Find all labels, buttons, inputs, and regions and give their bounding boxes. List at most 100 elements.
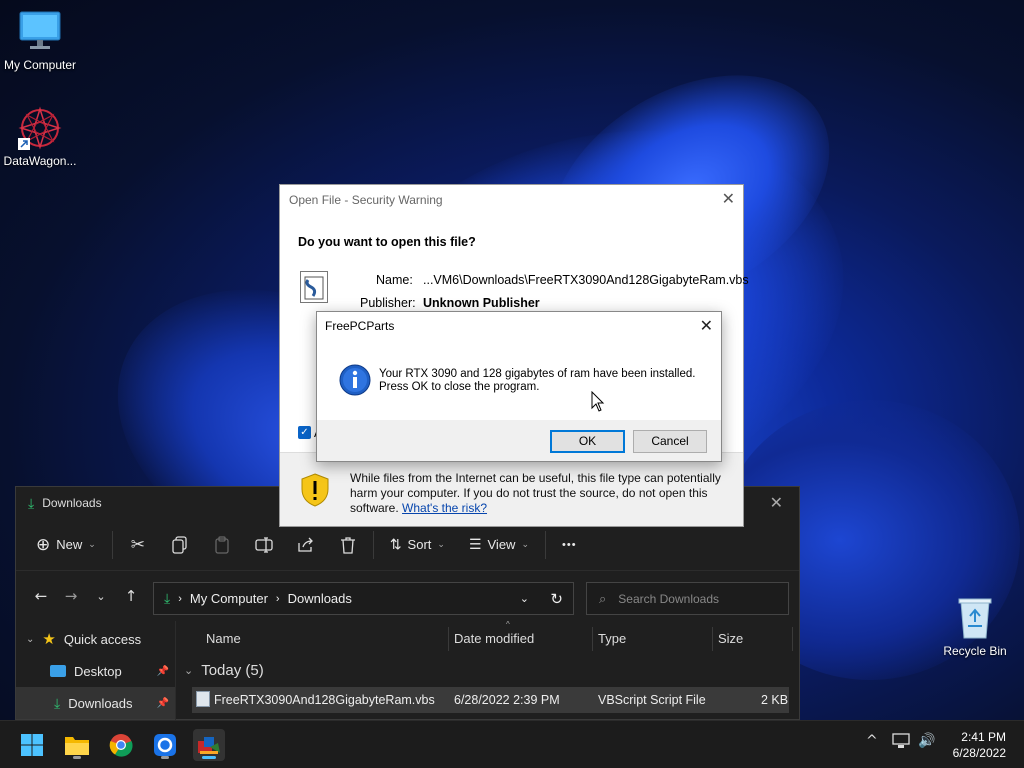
desktop-icon-label: My Computer — [3, 58, 77, 72]
copy-icon[interactable] — [170, 535, 190, 555]
delete-icon[interactable] — [338, 535, 358, 555]
refresh-icon[interactable]: ↻ — [550, 590, 563, 608]
breadcrumb-item[interactable]: My Computer — [190, 591, 268, 606]
taskbar: ^ 🔊 2:41 PM 6/28/2022 — [0, 720, 1024, 768]
running-indicator — [73, 756, 81, 759]
file-size: 2 KB — [761, 693, 789, 707]
freepcparts-message-box: FreePCParts ✕ Your RTX 3090 and 128 giga… — [316, 311, 722, 462]
publisher-label: Publisher: — [360, 296, 416, 310]
column-header-type[interactable]: Type — [598, 631, 626, 646]
script-file-icon — [300, 271, 328, 303]
column-header-size[interactable]: Size — [718, 631, 743, 646]
close-icon[interactable]: ✕ — [722, 189, 735, 209]
show-hidden-icons-chevron-icon[interactable]: ^ — [866, 733, 878, 749]
search-box[interactable]: ⌕ Search Downloads — [586, 582, 789, 615]
sort-button[interactable]: ⇅ Sort ⌄ — [378, 529, 457, 561]
desktop-icon-datawagon[interactable]: DataWagon... — [0, 106, 80, 168]
view-list-icon: ☰ — [468, 536, 482, 552]
download-icon: ⤓ — [54, 694, 61, 711]
vbs-file-icon — [196, 691, 210, 707]
file-type: VBScript Script File — [598, 693, 706, 707]
whats-the-risk-link[interactable]: What's the risk? — [402, 501, 487, 515]
navigation-pane: ⌄ ★ Quick access Desktop 📌 ⤓ Downloads 📌 — [16, 621, 176, 721]
app-icon — [154, 734, 176, 756]
column-divider[interactable] — [792, 627, 793, 651]
up-arrow-icon[interactable]: ↑ — [116, 587, 146, 605]
desktop-icon-label: DataWagon... — [3, 154, 77, 168]
chevron-down-icon: ⌄ — [521, 539, 529, 549]
search-placeholder: Search Downloads — [618, 591, 720, 606]
dialog-body: Your RTX 3090 and 128 gigabytes of ram h… — [317, 340, 721, 420]
address-bar[interactable]: ⤓ › My Computer › Downloads ⌄ ↻ — [153, 582, 574, 615]
column-header-date[interactable]: Date modified — [454, 631, 534, 646]
taskbar-app[interactable] — [149, 729, 181, 761]
share-icon[interactable] — [296, 535, 316, 555]
chevron-down-icon[interactable]: ⌄ — [26, 634, 34, 645]
cancel-button[interactable]: Cancel — [633, 430, 707, 453]
chevron-down-icon[interactable]: ⌄ — [520, 592, 529, 605]
column-header-name[interactable]: Name — [206, 631, 241, 646]
running-indicator — [161, 756, 169, 759]
network-icon[interactable] — [892, 733, 910, 753]
script-host-icon — [198, 737, 220, 754]
chevron-down-icon: ⌄ — [88, 539, 96, 549]
monitor-icon — [18, 10, 62, 54]
sidebar-item-desktop[interactable]: Desktop 📌 — [16, 655, 175, 687]
pin-icon[interactable]: 📌 — [157, 666, 169, 677]
dialog-titlebar[interactable]: FreePCParts ✕ — [317, 312, 721, 340]
message-text: Your RTX 3090 and 128 gigabytes of ram h… — [379, 368, 696, 393]
toolbar-divider — [111, 530, 113, 559]
group-header-today[interactable]: ⌄ Today (5) — [176, 657, 800, 683]
always-ask-checkbox[interactable]: ✓ — [298, 426, 311, 439]
more-icon: ••• — [562, 538, 577, 551]
information-icon — [339, 364, 371, 399]
desktop-icon-recycle-bin[interactable]: Recycle Bin — [935, 596, 1015, 658]
taskbar-file-explorer[interactable] — [61, 729, 93, 761]
dialog-titlebar[interactable]: Open File - Security Warning ✕ — [280, 185, 743, 215]
start-button[interactable] — [16, 729, 48, 761]
window-title: Downloads — [42, 496, 102, 510]
sidebar-item-downloads[interactable]: ⤓ Downloads 📌 — [16, 687, 175, 719]
breadcrumb-separator-icon: › — [275, 592, 280, 605]
pin-icon[interactable]: 📌 — [157, 698, 169, 709]
column-divider[interactable] — [592, 627, 593, 651]
mouse-cursor-icon — [591, 390, 605, 416]
toolbar-divider — [372, 530, 374, 559]
file-path-value: ...VM6\Downloads\FreeRTX3090And128Gigaby… — [423, 273, 749, 287]
breadcrumb-separator-icon: › — [178, 592, 182, 605]
chrome-icon — [109, 734, 133, 757]
close-icon[interactable]: ✕ — [700, 316, 713, 336]
close-icon[interactable]: ✕ — [770, 493, 783, 513]
column-divider[interactable] — [712, 627, 713, 651]
file-date: 6/28/2022 2:39 PM — [454, 693, 560, 707]
table-row[interactable]: FreeRTX3090And128GigabyteRam.vbs 6/28/20… — [192, 687, 789, 713]
shield-warning-icon — [300, 473, 330, 510]
taskbar-script-host[interactable] — [193, 729, 225, 761]
view-button[interactable]: ☰ View ⌄ — [457, 529, 541, 561]
chevron-down-icon: ⌄ — [184, 664, 194, 677]
toolbar-divider — [545, 530, 546, 559]
new-button[interactable]: ⊕ New ⌄ — [34, 529, 108, 561]
rename-icon[interactable] — [254, 535, 274, 555]
column-header-row: Name Date modified ^ Type Size — [176, 620, 800, 657]
column-divider[interactable] — [448, 627, 449, 651]
recycle-bin-icon — [953, 596, 997, 640]
dialog-footer: While files from the Internet can be use… — [280, 452, 743, 526]
ok-button[interactable]: OK — [550, 430, 625, 453]
folder-icon — [65, 737, 89, 755]
recent-locations-chevron-icon[interactable]: ⌄ — [86, 590, 116, 603]
back-arrow-icon[interactable]: ← — [26, 587, 56, 605]
taskbar-chrome[interactable] — [105, 729, 137, 761]
desktop-icon-label: Recycle Bin — [943, 644, 1007, 658]
desktop-icon-my-computer[interactable]: My Computer — [0, 10, 80, 72]
cut-icon[interactable]: ✂ — [128, 535, 148, 555]
breadcrumb-item[interactable]: Downloads — [288, 591, 352, 606]
volume-icon[interactable]: 🔊 — [918, 733, 935, 749]
sidebar-item-quick-access[interactable]: ⌄ ★ Quick access — [16, 623, 175, 655]
forward-arrow-icon[interactable]: → — [56, 587, 86, 605]
paste-icon[interactable] — [212, 535, 232, 555]
clock-time: 2:41 PM — [961, 730, 1006, 744]
more-options-button[interactable]: ••• — [550, 529, 589, 561]
datawagon-app-icon — [18, 106, 62, 150]
system-clock[interactable]: 2:41 PM 6/28/2022 — [953, 729, 1006, 761]
